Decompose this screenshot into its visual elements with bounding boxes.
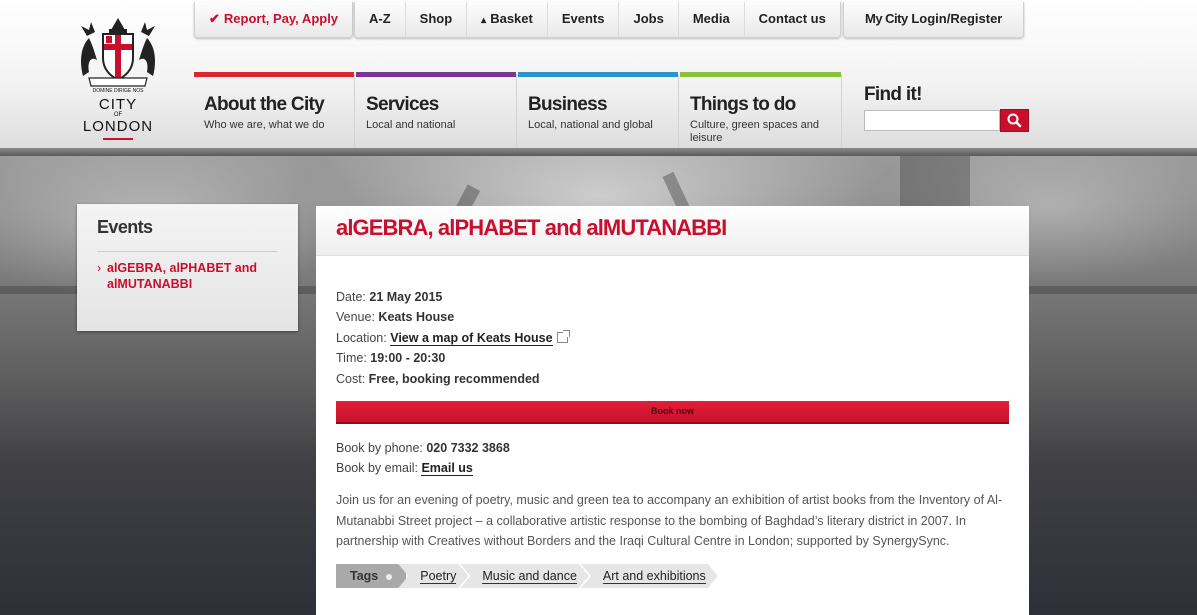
login-register-label: Login/Register bbox=[911, 11, 1003, 26]
tag-label: Art and exhibitions bbox=[602, 569, 706, 583]
report-pay-apply-label: Report, Pay, Apply bbox=[223, 11, 339, 26]
external-link-icon bbox=[556, 330, 570, 343]
logo-underline bbox=[103, 138, 133, 140]
nav-color-bar bbox=[356, 72, 516, 77]
nav-tab-services[interactable]: Services Local and national bbox=[356, 72, 517, 150]
book-by-email-row: Book by email: Email us bbox=[336, 460, 473, 476]
nav-tab-title: Business bbox=[528, 94, 608, 115]
tag-art-and-exhibitions[interactable]: Art and exhibitions bbox=[581, 564, 718, 588]
media-link[interactable]: Media bbox=[679, 2, 745, 37]
book-now-button[interactable]: Book now bbox=[336, 401, 1009, 424]
basket-label: Basket bbox=[490, 11, 533, 26]
nav-tab-subtitle: Who we are, what we do bbox=[204, 119, 325, 131]
search-input[interactable] bbox=[864, 110, 1000, 131]
nav-color-bar bbox=[518, 72, 678, 77]
date-label: Date: bbox=[336, 290, 366, 304]
phone-value: 020 7332 3868 bbox=[426, 441, 510, 455]
tags-label: Tags bbox=[336, 564, 407, 588]
mycity-login-register-link[interactable]: My City Login/Register bbox=[844, 2, 1023, 37]
site-header: DOMINE DIRIGE NOS CITY OF LONDON ✔ Report… bbox=[0, 0, 1197, 152]
tag-label: Poetry bbox=[420, 569, 457, 583]
sidebar-item-event[interactable]: › alGEBRA, alPHABET and alMUTANABBI bbox=[97, 260, 277, 292]
events-sidebar: Events › alGEBRA, alPHABET and alMUTANAB… bbox=[77, 204, 298, 331]
shop-link[interactable]: Shop bbox=[406, 2, 468, 37]
location-label: Location: bbox=[336, 331, 387, 345]
nav-color-bar bbox=[680, 72, 841, 77]
event-venue-row: Venue: Keats House bbox=[336, 309, 454, 325]
report-pay-apply-group: ✔ Report, Pay, Apply bbox=[194, 2, 354, 38]
event-title: alGEBRA, alPHABET and alMUTANABBI bbox=[336, 215, 727, 240]
jobs-link[interactable]: Jobs bbox=[619, 2, 679, 37]
nav-color-bar bbox=[194, 72, 354, 77]
email-us-link[interactable]: Email us bbox=[421, 461, 473, 476]
logo-motto: DOMINE DIRIGE NOS bbox=[92, 88, 144, 94]
sidebar-title: Events bbox=[97, 217, 153, 237]
sidebar-divider bbox=[97, 251, 277, 252]
tags-label-text: Tags bbox=[350, 569, 379, 583]
event-cost-row: Cost: Free, booking recommended bbox=[336, 371, 540, 387]
map-link[interactable]: View a map of Keats House bbox=[390, 331, 553, 346]
logo-city: CITY bbox=[98, 96, 138, 113]
basket-icon: ▴ bbox=[481, 15, 487, 26]
book-by-phone-row: Book by phone: 020 7332 3868 bbox=[336, 440, 510, 456]
nav-tab-subtitle: Culture, green spaces and leisure bbox=[690, 119, 820, 144]
find-it-text: Find it! bbox=[864, 84, 922, 105]
nav-tab-title: Services bbox=[366, 94, 439, 115]
report-pay-apply-link[interactable]: ✔ Report, Pay, Apply bbox=[195, 2, 352, 37]
event-time-row: Time: 19:00 - 20:30 bbox=[336, 350, 445, 366]
mycity-group: My City Login/Register bbox=[843, 2, 1025, 38]
time-value: 19:00 - 20:30 bbox=[370, 351, 446, 365]
a-z-link[interactable]: A-Z bbox=[355, 2, 406, 37]
search-button[interactable] bbox=[1000, 109, 1029, 132]
venue-value: Keats House bbox=[378, 310, 455, 324]
sidebar-item-label: alGEBRA, alPHABET and alMUTANABBI bbox=[107, 261, 258, 291]
header-shadow bbox=[0, 148, 1197, 156]
cost-value: Free, booking recommended bbox=[368, 372, 540, 386]
nav-tab-subtitle: Local, national and global bbox=[528, 119, 653, 131]
time-label: Time: bbox=[336, 351, 367, 365]
city-of-london-logo[interactable]: DOMINE DIRIGE NOS CITY OF LONDON bbox=[68, 16, 168, 140]
cost-label: Cost: bbox=[336, 372, 366, 386]
checkmark-icon: ✔ bbox=[209, 11, 220, 26]
email-label: Book by email: bbox=[336, 461, 418, 475]
event-location-row: Location: View a map of Keats House bbox=[336, 330, 570, 346]
contact-us-link[interactable]: Contact us bbox=[745, 2, 840, 37]
city-of-london-crest-icon bbox=[81, 18, 155, 87]
tag-music-and-dance[interactable]: Music and dance bbox=[460, 564, 589, 588]
logo-london: LONDON bbox=[82, 118, 154, 135]
nav-tab-title: About the City bbox=[204, 94, 325, 115]
tag-poetry[interactable]: Poetry bbox=[398, 564, 468, 588]
mycity-brand: My City bbox=[865, 11, 908, 26]
nav-tab-business[interactable]: Business Local, national and global bbox=[518, 72, 679, 150]
event-detail-panel: alGEBRA, alPHABET and alMUTANABBI Date: … bbox=[316, 206, 1029, 615]
venue-label: Venue: bbox=[336, 310, 375, 324]
nav-tab-about-the-city[interactable]: About the City Who we are, what we do bbox=[194, 72, 355, 150]
nav-tab-things-to-do[interactable]: Things to do Culture, green spaces and l… bbox=[680, 72, 842, 150]
tag-dot-icon bbox=[386, 573, 393, 580]
search-icon bbox=[1007, 113, 1022, 128]
tags-bar: Tags Poetry Music and dance Art and exhi… bbox=[336, 564, 718, 588]
date-value: 21 May 2015 bbox=[369, 290, 443, 304]
event-header: alGEBRA, alPHABET and alMUTANABBI bbox=[316, 206, 1029, 256]
events-link[interactable]: Events bbox=[548, 2, 620, 37]
tag-label: Music and dance bbox=[482, 569, 577, 583]
event-date-row: Date: 21 May 2015 bbox=[336, 289, 442, 305]
event-description: Join us for an evening of poetry, music … bbox=[336, 493, 1003, 548]
basket-link[interactable]: ▴ Basket bbox=[467, 2, 548, 37]
phone-label: Book by phone: bbox=[336, 441, 423, 455]
nav-tab-title: Things to do bbox=[690, 94, 796, 115]
utility-nav: A-Z Shop ▴ Basket Events Jobs Media Conta… bbox=[354, 2, 841, 38]
nav-tab-subtitle: Local and national bbox=[366, 119, 456, 131]
chevron-right-icon: › bbox=[97, 261, 102, 275]
find-it-label: Find it! bbox=[864, 84, 922, 106]
